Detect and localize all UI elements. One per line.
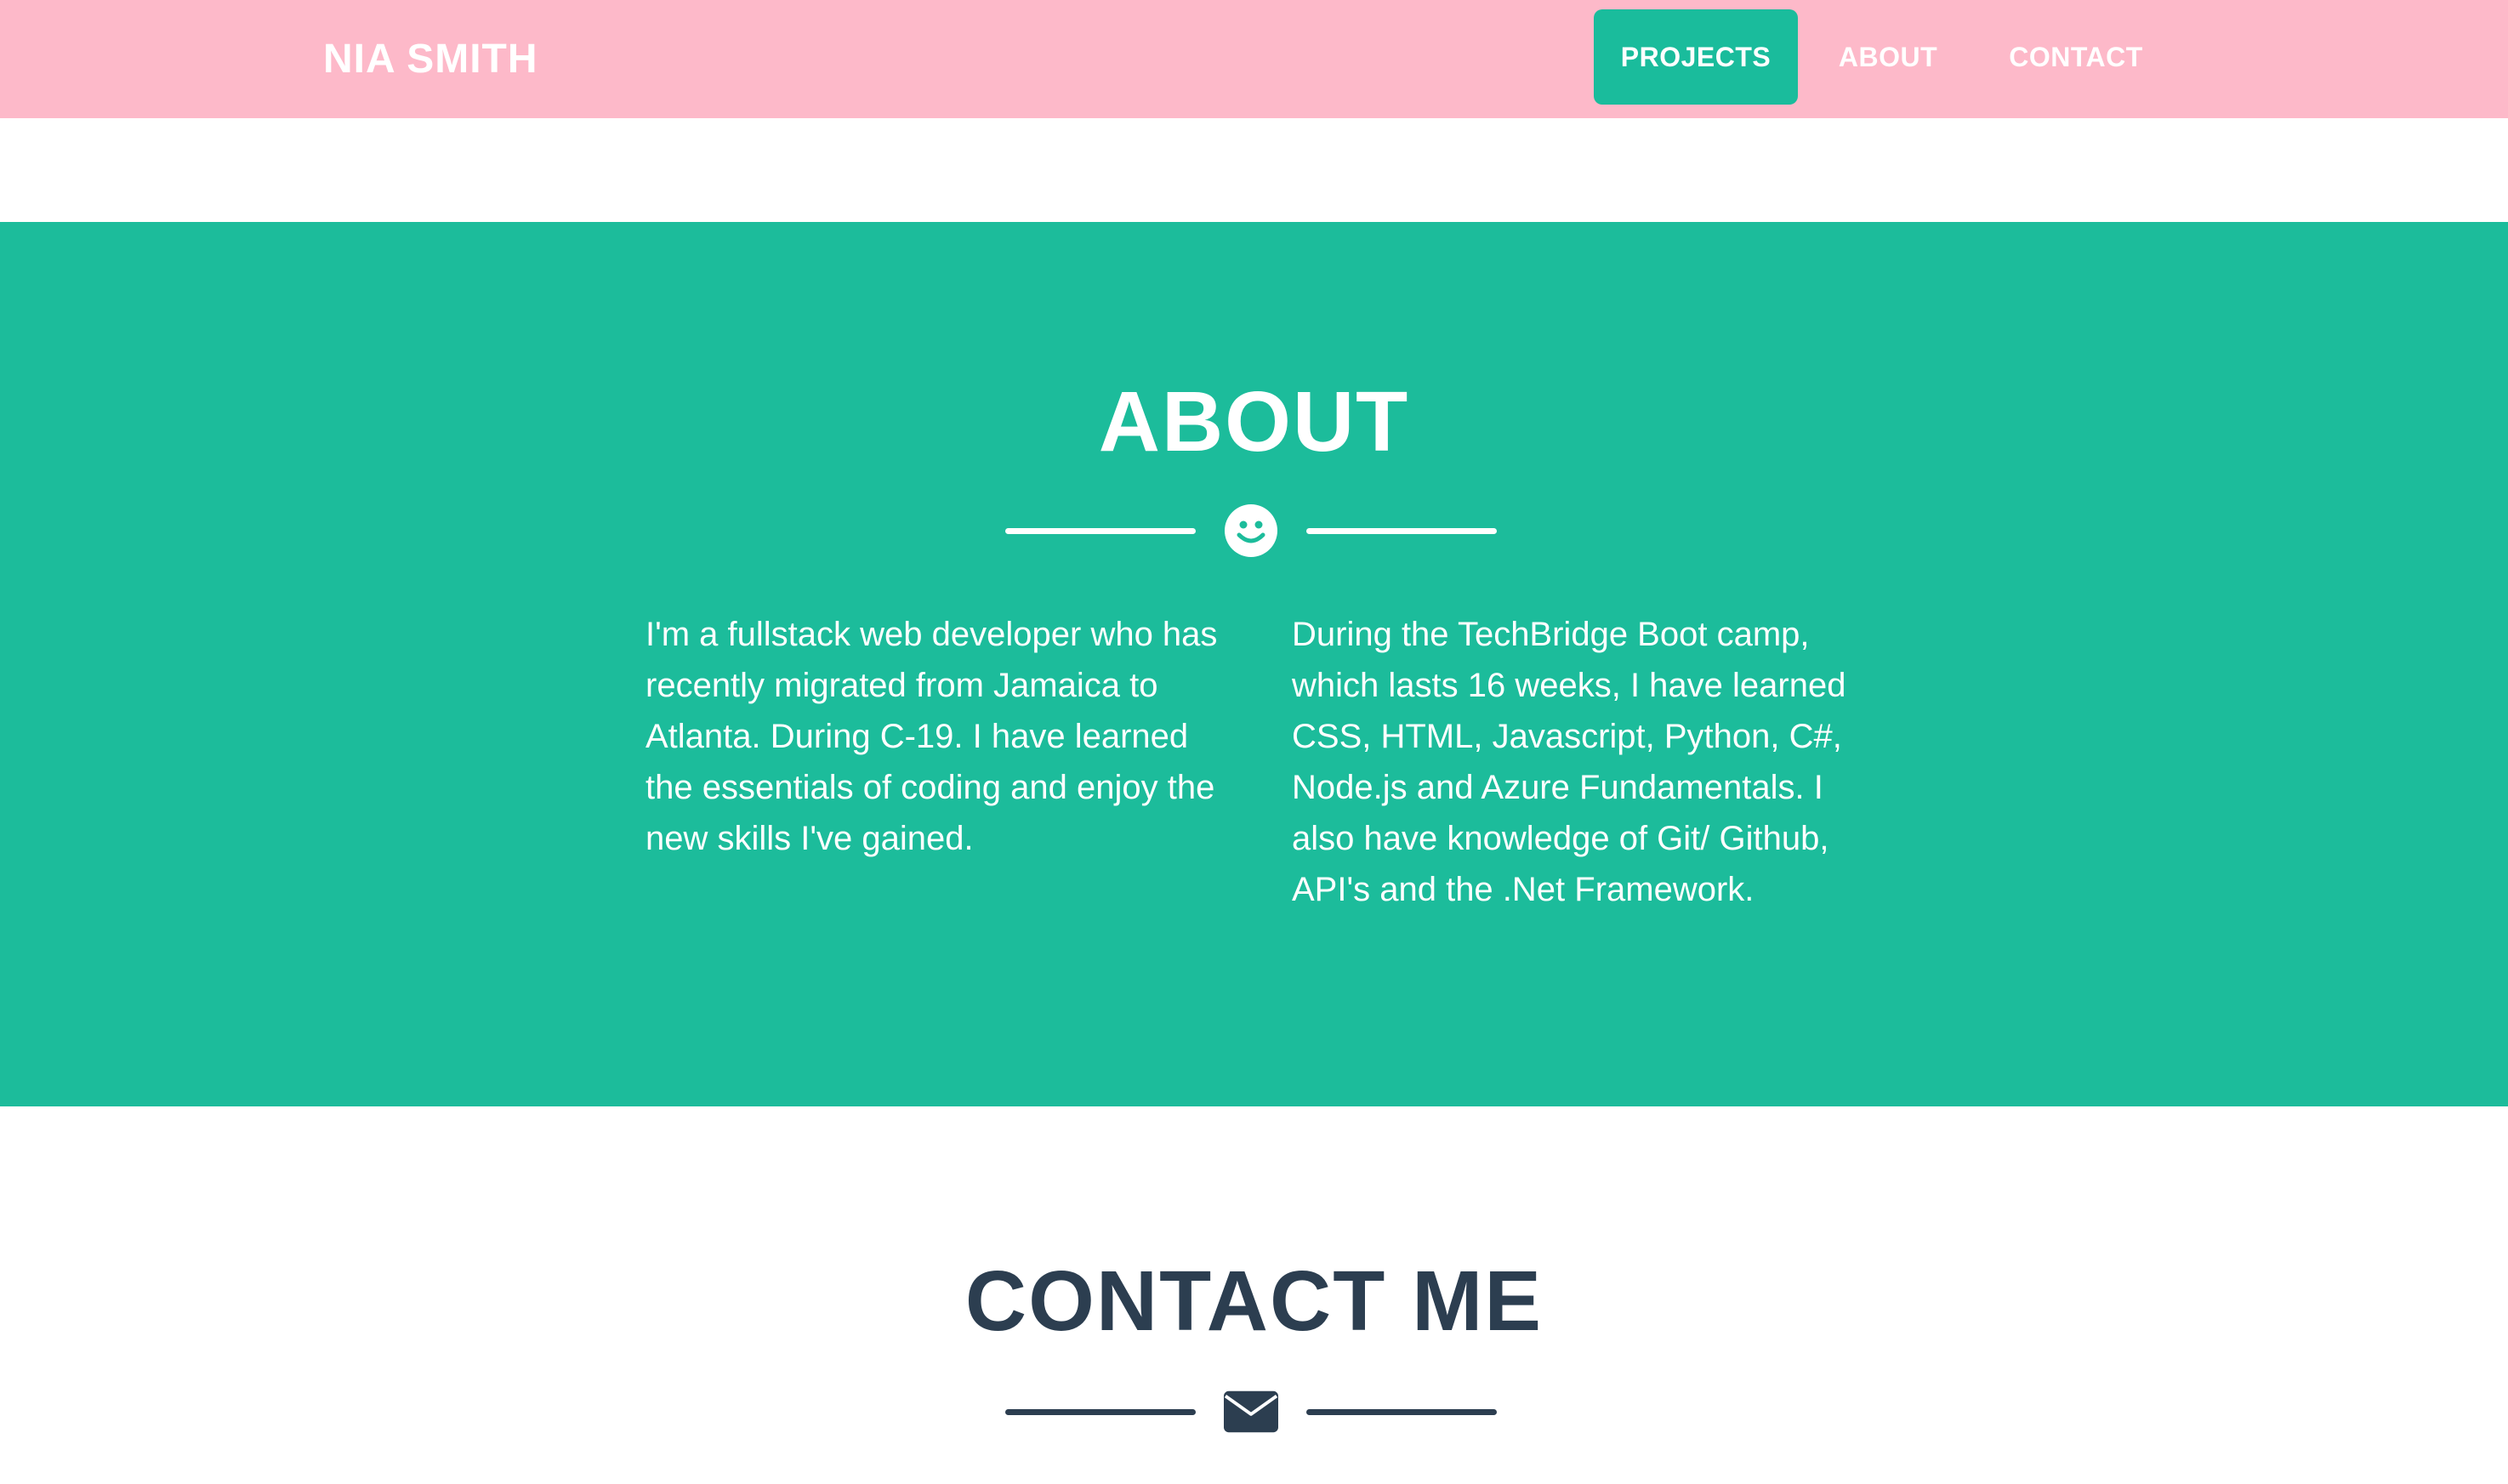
smile-icon xyxy=(1224,501,1278,560)
nav-projects-button[interactable]: PROJECTS xyxy=(1594,9,1798,105)
contact-divider xyxy=(1005,1382,1497,1441)
divider-line-left xyxy=(1005,528,1196,534)
divider-line-right xyxy=(1306,528,1497,534)
about-divider xyxy=(1005,501,1497,560)
about-paragraph-right: During the TechBridge Boot camp, which l… xyxy=(1292,616,1846,908)
contact-title: CONTACT ME xyxy=(964,1254,1544,1349)
nav-contact-link[interactable]: CONTACT xyxy=(1987,9,2165,105)
envelope-icon xyxy=(1224,1382,1278,1441)
divider-line-left xyxy=(1005,1409,1196,1415)
nav-about-link[interactable]: ABOUT xyxy=(1820,9,1956,105)
about-section: ABOUT I'm a fullstack web developer who … xyxy=(0,222,2508,1106)
about-paragraph-left: I'm a fullstack web developer who has re… xyxy=(645,616,1218,857)
brand-logo[interactable]: NIA SMITH xyxy=(323,0,538,118)
about-title: ABOUT xyxy=(1098,374,1410,469)
navbar: NIA SMITH PROJECTS ABOUT CONTACT xyxy=(0,0,2508,118)
divider-line-right xyxy=(1306,1409,1497,1415)
